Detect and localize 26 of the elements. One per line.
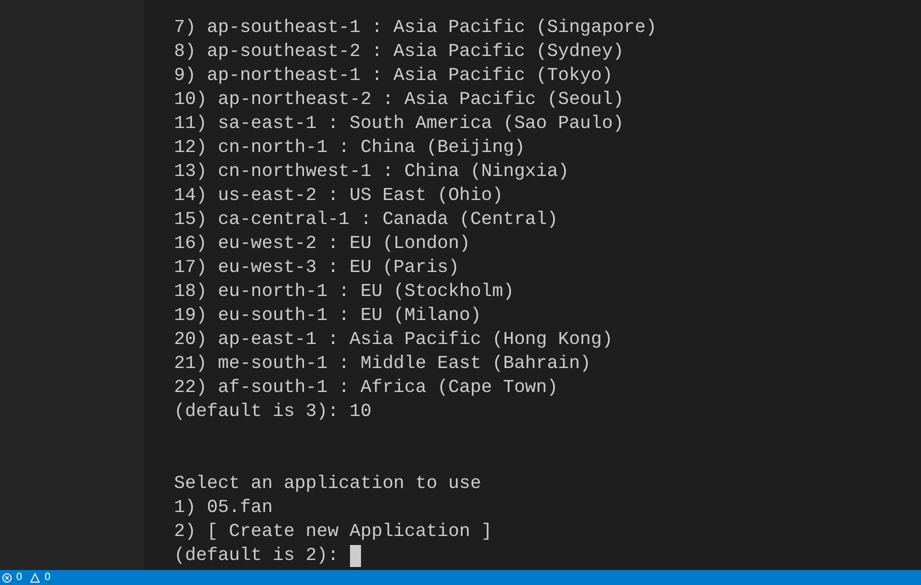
- text-cursor: [350, 545, 361, 567]
- terminal-line: 20) ap-east-1 : Asia Pacific (Hong Kong): [174, 329, 613, 352]
- terminal-line: 11) sa-east-1 : South America (Sao Paulo): [174, 113, 624, 136]
- terminal-line: 8) ap-southeast-2 : Asia Pacific (Sydney): [174, 41, 624, 64]
- terminal-line: (default is 2):: [174, 545, 339, 568]
- warning-icon: [30, 572, 40, 582]
- terminal-line: 21) me-south-1 : Middle East (Bahrain): [174, 353, 591, 376]
- terminal-line: 9) ap-northeast-1 : Asia Pacific (Tokyo): [174, 65, 613, 88]
- terminal-line: 12) cn-north-1 : China (Beijing): [174, 137, 526, 160]
- terminal-line: 13) cn-northwest-1 : China (Ningxia): [174, 161, 569, 184]
- error-icon: [2, 572, 12, 582]
- warning-count: 0: [44, 571, 51, 585]
- terminal-line: 22) af-south-1 : Africa (Cape Town): [174, 377, 558, 400]
- terminal-line: 18) eu-north-1 : EU (Stockholm): [174, 281, 514, 304]
- terminal-line: (default is 3): 10: [174, 401, 372, 424]
- terminal-line: 10) ap-northeast-2 : Asia Pacific (Seoul): [174, 89, 624, 112]
- terminal-line: 15) ca-central-1 : Canada (Central): [174, 209, 558, 232]
- terminal-line: 14) us-east-2 : US East (Ohio): [174, 185, 504, 208]
- terminal-line: Select an application to use: [174, 473, 482, 496]
- terminal-line: 2) [ Create new Application ]: [174, 521, 492, 544]
- terminal-line: 16) eu-west-2 : EU (London): [174, 233, 470, 256]
- terminal-line: 7) ap-southeast-1 : Asia Pacific (Singapore): [174, 17, 657, 40]
- terminal-line: 19) eu-south-1 : EU (Milano): [174, 305, 482, 328]
- error-count: 0: [16, 571, 22, 585]
- terminal-line: 17) eu-west-3 : EU (Paris): [174, 257, 460, 280]
- terminal-line: 1) 05.fan: [174, 497, 273, 520]
